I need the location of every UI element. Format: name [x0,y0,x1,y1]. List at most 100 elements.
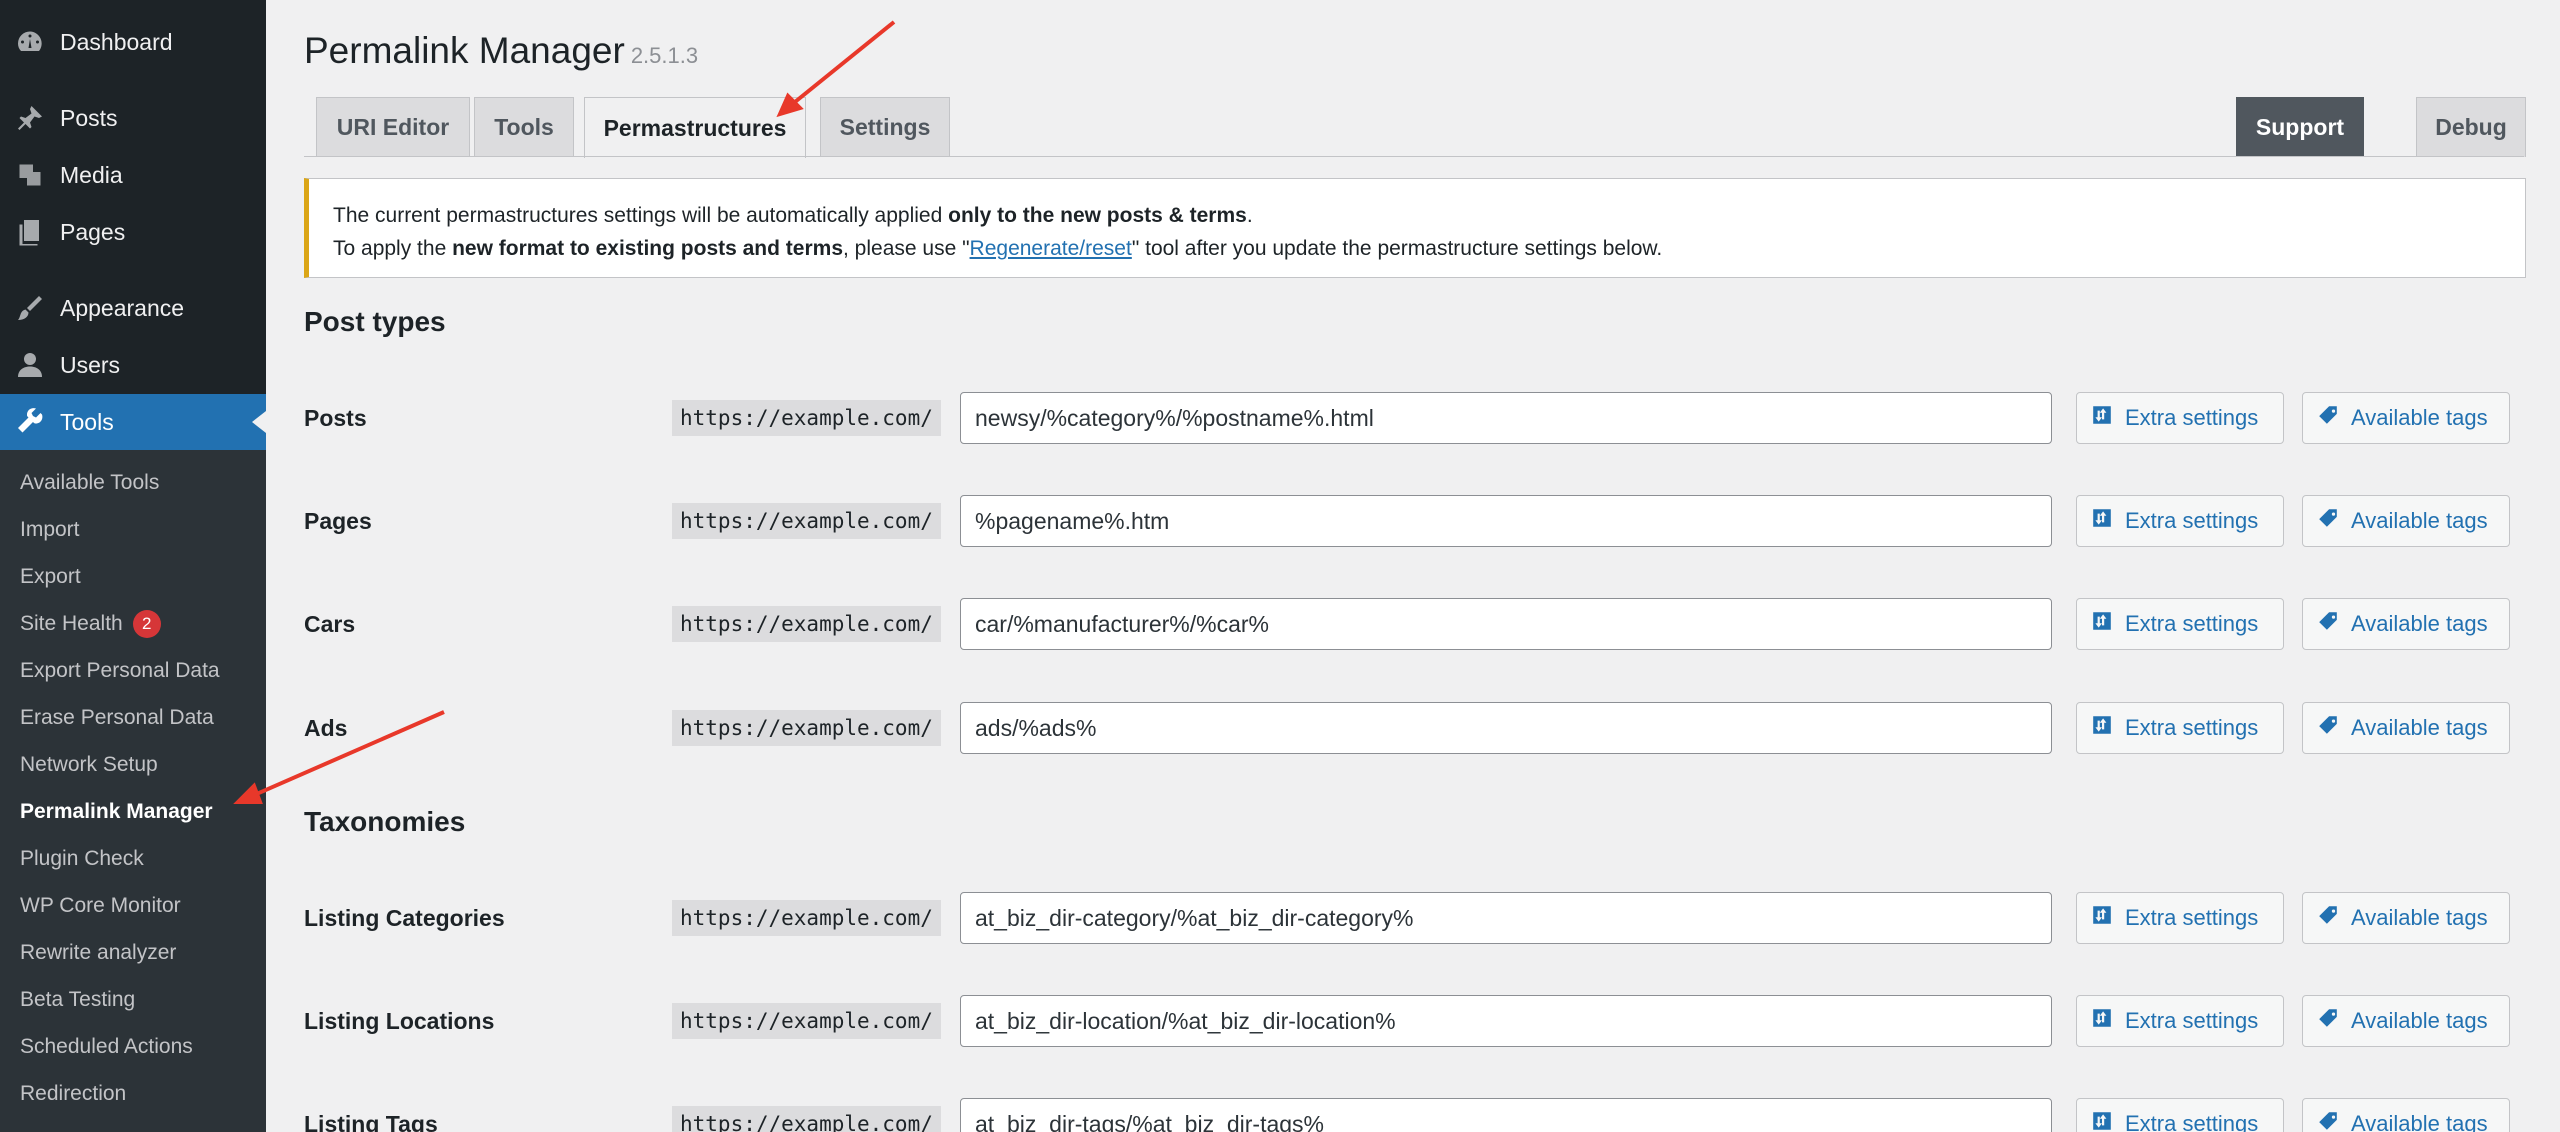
button-label: Available tags [2351,1111,2488,1132]
extra-settings-icon [2091,610,2125,638]
submenu-plugin-check[interactable]: Plugin Check [20,844,144,874]
permastructure-input-pages[interactable] [960,495,2052,547]
media-icon [0,160,60,190]
extra-settings-icon [2091,714,2125,742]
page-title: Permalink Manager 2.5.1.3 [304,30,698,72]
menu-media[interactable]: Media [0,147,266,203]
button-label: Available tags [2351,715,2488,740]
submenu-beta-testing[interactable]: Beta Testing [20,985,135,1015]
tab-settings[interactable]: Settings [820,97,950,157]
submenu-label: Scheduled Actions [20,1035,193,1058]
tab-tools[interactable]: Tools [474,97,574,157]
available-tags-button[interactable]: Available tags [2302,702,2510,754]
extra-settings-button[interactable]: Extra settings [2076,702,2284,754]
permastructure-input-listing-tags[interactable] [960,1098,2052,1132]
tag-icon [2317,904,2351,932]
extra-settings-button[interactable]: Extra settings [2076,995,2284,1047]
menu-media-label: Media [60,161,123,188]
submenu-permalink-manager[interactable]: Permalink Manager [20,797,213,827]
tab-support[interactable]: Support [2236,97,2364,157]
menu-pages[interactable]: Pages [0,204,266,260]
available-tags-button[interactable]: Available tags [2302,392,2510,444]
submenu-wp-core-monitor[interactable]: WP Core Monitor [20,891,181,921]
submenu-label: Erase Personal Data [20,706,214,729]
submenu-label: Permalink Manager [20,800,213,823]
menu-posts[interactable]: Posts [0,90,266,146]
extra-settings-button[interactable]: Extra settings [2076,495,2284,547]
available-tags-button[interactable]: Available tags [2302,892,2510,944]
submenu-available-tools[interactable]: Available Tools [20,468,159,498]
dashboard-icon [0,27,60,57]
extra-settings-button[interactable]: Extra settings [2076,1098,2284,1132]
notice-bold: new format to existing posts and terms [452,237,843,260]
submenu-label: Available Tools [20,471,160,494]
button-label: Extra settings [2125,905,2259,930]
submenu-site-health[interactable]: Site Health 2 [20,609,161,639]
button-label: Extra settings [2125,405,2259,430]
page-title-text: Permalink Manager [304,30,625,71]
available-tags-button[interactable]: Available tags [2302,1098,2510,1132]
submenu-network-setup[interactable]: Network Setup [20,750,158,780]
permastructure-input-posts[interactable] [960,392,2052,444]
menu-tools[interactable]: Tools [0,394,266,450]
button-label: Extra settings [2125,508,2259,533]
extra-settings-button[interactable]: Extra settings [2076,598,2284,650]
tag-icon [2317,507,2351,535]
row-label-pages: Pages [304,508,372,534]
menu-appearance[interactable]: Appearance [0,280,266,336]
row-label-posts: Posts [304,405,367,431]
tab-label: Debug [2435,114,2507,140]
permastructure-input-cars[interactable] [960,598,2052,650]
permastructure-input-listing-locations[interactable] [960,995,2052,1047]
row-label-cars: Cars [304,611,356,637]
notice-line-2: To apply the new format to existing post… [333,232,2501,265]
menu-pages-label: Pages [60,218,126,245]
regenerate-reset-link[interactable]: Regenerate/reset [970,237,1132,260]
menu-dashboard[interactable]: Dashboard [0,14,266,70]
submenu-rewrite-analyzer[interactable]: Rewrite analyzer [20,938,176,968]
submenu-label: WP Core Monitor [20,894,181,917]
tab-uri-editor[interactable]: URI Editor [316,97,470,157]
available-tags-button[interactable]: Available tags [2302,495,2510,547]
menu-dashboard-label: Dashboard [60,28,173,55]
pages-icon [0,217,60,247]
tag-icon [2317,1110,2351,1132]
extra-settings-icon [2091,904,2125,932]
submenu-erase-personal-data[interactable]: Erase Personal Data [20,703,214,733]
tab-permastructures[interactable]: Permastructures [584,97,806,158]
available-tags-button[interactable]: Available tags [2302,995,2510,1047]
submenu-export-personal-data[interactable]: Export Personal Data [20,656,220,686]
tab-debug[interactable]: Debug [2416,97,2526,157]
admin-sidebar: Dashboard Posts Media Pages Appearance U… [0,0,266,1132]
submenu-label: Redirection [20,1082,127,1105]
tools-submenu: Available Tools Import Export Site Healt… [0,450,266,1132]
section-taxonomies: Taxonomies [304,806,466,837]
submenu-import[interactable]: Import [20,515,80,545]
row-label-listing-tags: Listing Tags [304,1111,438,1132]
permastructure-input-ads[interactable] [960,702,2052,754]
button-label: Extra settings [2125,1008,2259,1033]
wrench-icon [0,407,60,437]
available-tags-button[interactable]: Available tags [2302,598,2510,650]
submenu-redirection[interactable]: Redirection [20,1079,126,1109]
extra-settings-button[interactable]: Extra settings [2076,392,2284,444]
menu-users-label: Users [60,351,121,378]
tab-label: Settings [839,114,931,140]
row-label-listing-locations: Listing Locations [304,1008,495,1034]
tag-icon [2317,714,2351,742]
extra-settings-button[interactable]: Extra settings [2076,892,2284,944]
permastructure-input-listing-categories[interactable] [960,892,2052,944]
pin-icon [0,103,60,133]
submenu-export[interactable]: Export [20,562,81,592]
notice-text: , please use " [843,237,970,260]
submenu-label: Import [20,518,80,541]
menu-users[interactable]: Users [0,337,266,393]
extra-settings-icon [2091,1110,2125,1132]
notice-text: To apply the [333,237,453,260]
brush-icon [0,293,60,323]
info-notice: The current permastructures settings wil… [304,178,2526,278]
row-label-listing-categories: Listing Categories [304,905,505,931]
submenu-scheduled-actions[interactable]: Scheduled Actions [20,1032,193,1062]
notice-line-1: The current permastructures settings wil… [333,199,2501,232]
submenu-label: Export [20,565,81,588]
